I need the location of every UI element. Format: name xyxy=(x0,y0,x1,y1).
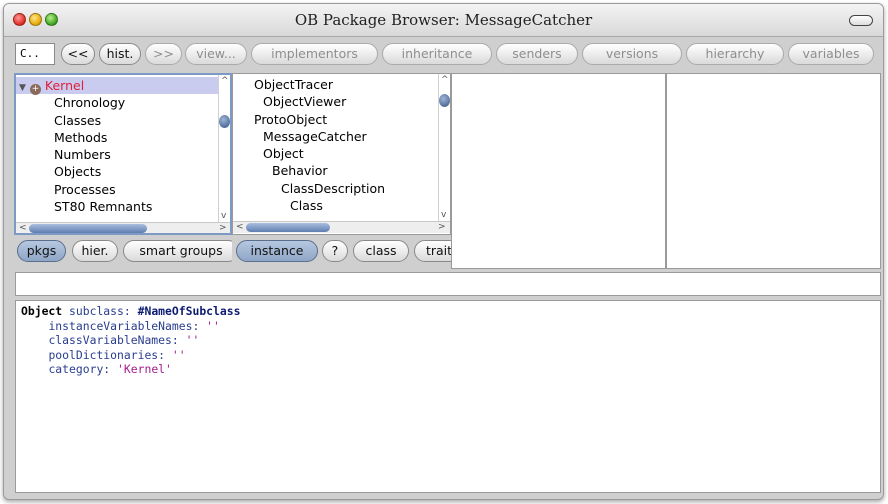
window-title: OB Package Browser: MessageCatcher xyxy=(294,11,593,29)
package-tab-bar: pkgs hier. smart groups xyxy=(14,235,232,269)
list-item[interactable]: Objects xyxy=(16,163,220,180)
class-search-input[interactable]: C.. xyxy=(15,43,55,65)
implementors-button[interactable]: implementors xyxy=(251,43,378,65)
inheritance-button[interactable]: inheritance xyxy=(382,43,492,65)
class-horizontal-scrollbar[interactable]: < > xyxy=(233,221,450,233)
disclosure-triangle-icon[interactable]: ▼ xyxy=(19,83,26,93)
code-string: '' xyxy=(185,333,200,347)
code-symbol: #NameOfSubclass xyxy=(137,304,241,318)
code-selector: classVariableNames: xyxy=(48,333,179,347)
scroll-knob[interactable] xyxy=(219,115,230,128)
class-list-pane[interactable]: ObjectTracer ObjectViewer ProtoObject Me… xyxy=(232,73,451,235)
scroll-right-icon[interactable]: > xyxy=(219,223,227,233)
forward-button[interactable]: >> xyxy=(145,43,182,65)
list-item[interactable]: Classes xyxy=(16,112,220,129)
list-item[interactable]: Numbers xyxy=(16,146,220,163)
method-list-pane[interactable] xyxy=(666,73,881,269)
code-selector: subclass: xyxy=(69,304,131,318)
code-editor[interactable]: Object subclass: #NameOfSubclass instanc… xyxy=(15,300,881,493)
package-list: ▼ + Kernel Chronology Classes Methods Nu… xyxy=(16,77,223,215)
hier-tab[interactable]: hier. xyxy=(72,240,118,262)
list-item[interactable]: Class xyxy=(233,197,385,214)
help-tab[interactable]: ? xyxy=(322,240,348,262)
code-string: '' xyxy=(171,347,186,362)
collapse-toolbar-button[interactable] xyxy=(849,15,873,26)
code-selector: poolDictionaries: xyxy=(48,347,166,362)
senders-button[interactable]: senders xyxy=(496,43,578,65)
pkgs-tab[interactable]: pkgs xyxy=(17,240,66,262)
class-tab[interactable]: class xyxy=(353,240,409,262)
list-item[interactable]: ProtoObject xyxy=(233,111,385,128)
code-selector: instanceVariableNames: xyxy=(48,318,200,333)
scroll-right-icon[interactable]: > xyxy=(438,222,446,232)
list-item[interactable]: ObjectViewer xyxy=(233,93,385,110)
smart-groups-tab[interactable]: smart groups xyxy=(123,240,232,262)
code-selector: category: xyxy=(48,362,111,376)
view-button[interactable]: view... xyxy=(185,43,247,65)
instance-tab[interactable]: instance xyxy=(236,240,318,262)
class-tab-bar: instance ? class trait xyxy=(232,235,451,269)
versions-button[interactable]: versions xyxy=(582,43,682,65)
protocol-list-pane[interactable] xyxy=(451,73,666,269)
horizontal-scroll-knob[interactable] xyxy=(29,224,147,233)
annotation-field[interactable] xyxy=(15,272,881,296)
list-item[interactable]: ST80 Remnants xyxy=(16,198,220,215)
package-row-selected[interactable]: ▼ + Kernel xyxy=(16,77,223,95)
list-item[interactable]: MessageCatcher xyxy=(233,128,385,145)
history-button[interactable]: hist. xyxy=(99,43,141,65)
horizontal-scroll-knob[interactable] xyxy=(246,223,330,232)
back-button[interactable]: << xyxy=(61,43,95,65)
scroll-down-icon[interactable]: v xyxy=(441,210,446,220)
package-horizontal-scrollbar[interactable]: < > xyxy=(16,222,230,233)
code-string: 'Kernel' xyxy=(117,362,172,376)
list-item[interactable]: ClassDescription xyxy=(233,180,385,197)
variables-button[interactable]: variables xyxy=(788,43,874,65)
list-item[interactable]: Chronology xyxy=(16,94,220,111)
list-item[interactable]: Object xyxy=(233,145,385,162)
toolbar: C.. << hist. >> view... implementors inh… xyxy=(4,37,883,72)
hierarchy-button[interactable]: hierarchy xyxy=(686,43,784,65)
class-list: ObjectTracer ObjectViewer ProtoObject Me… xyxy=(233,76,385,214)
package-vertical-scrollbar[interactable]: ^ v xyxy=(218,75,230,222)
list-item[interactable]: Processes xyxy=(16,181,220,198)
scroll-up-icon[interactable]: ^ xyxy=(441,75,449,85)
title-bar[interactable]: OB Package Browser: MessageCatcher xyxy=(4,4,883,37)
package-name-kernel: Kernel xyxy=(44,78,85,93)
scroll-down-icon[interactable]: v xyxy=(221,211,226,221)
list-item[interactable]: Behavior xyxy=(233,162,385,179)
scroll-up-icon[interactable]: ^ xyxy=(221,76,229,86)
code-string: '' xyxy=(206,318,220,333)
list-item[interactable]: Methods xyxy=(16,129,220,146)
scroll-left-icon[interactable]: < xyxy=(19,223,27,233)
code-class-name: Object xyxy=(21,304,63,318)
class-vertical-scrollbar[interactable]: ^ v xyxy=(438,74,450,221)
scroll-left-icon[interactable]: < xyxy=(236,222,244,232)
list-item[interactable]: ObjectTracer xyxy=(233,76,385,93)
package-list-pane[interactable]: ▼ + Kernel Chronology Classes Methods Nu… xyxy=(14,73,232,235)
package-icon: + xyxy=(29,84,41,95)
trait-tab[interactable]: trait xyxy=(414,240,451,262)
scroll-knob[interactable] xyxy=(439,94,450,107)
browser-window: OB Package Browser: MessageCatcher C.. <… xyxy=(3,3,884,500)
